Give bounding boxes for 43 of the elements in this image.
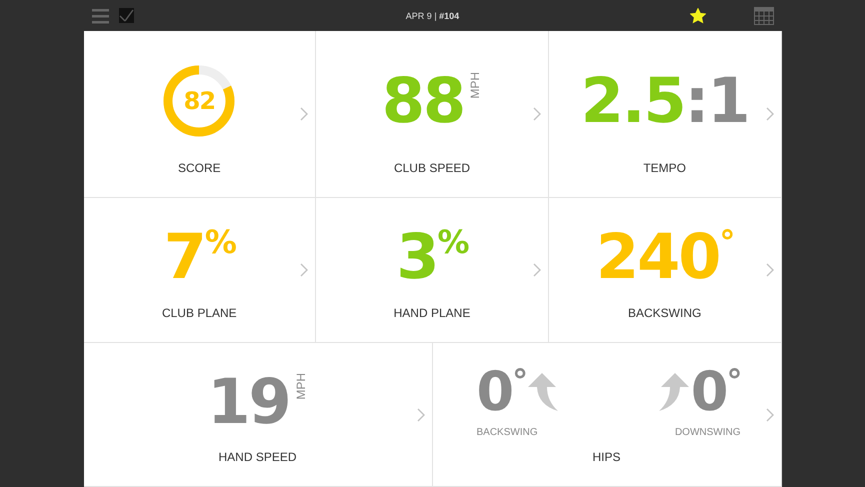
metric-value: 0°	[476, 365, 526, 419]
metric-value: 0°	[690, 365, 740, 419]
chevron-icon	[766, 263, 774, 277]
metric-label: BACKSWING	[628, 306, 702, 320]
metric-value: 240°	[596, 226, 734, 288]
session-title: APR 9 | #104	[406, 10, 460, 20]
chevron-icon	[300, 107, 308, 121]
metric-value: 2.5:1	[580, 70, 749, 132]
metric-value: 7%	[164, 226, 235, 288]
metric-tile[interactable]: 7% CLUB PLANE	[84, 198, 316, 343]
curved-arrow-icon	[658, 373, 689, 411]
chevron-icon	[532, 107, 541, 121]
metric-label: TEMPO	[643, 161, 686, 175]
metric-label: CLUB SPEED	[394, 161, 470, 175]
caption: DOWNSWING	[674, 427, 740, 438]
metric-tile[interactable]: 19 MPH HAND SPEED	[84, 343, 432, 487]
metric-value: 88	[382, 70, 464, 132]
metric-tile[interactable]: 2.5:1 TEMPO	[548, 31, 782, 198]
calendar-icon[interactable]	[754, 6, 774, 24]
metric-label: HAND PLANE	[394, 306, 470, 320]
unit-label: MPH	[468, 72, 482, 99]
chevron-icon	[532, 263, 541, 277]
chevron-icon	[416, 408, 424, 422]
chevron-icon	[766, 408, 774, 422]
caption: BACKSWING	[476, 427, 539, 438]
chevron-icon	[300, 263, 308, 277]
metric-tile[interactable]: 0° BACKSWING 0° DOWNSWING HIPS	[432, 343, 782, 487]
menu-icon[interactable]	[92, 8, 108, 24]
metric-tile[interactable]: 82 SCORE	[84, 31, 316, 198]
metric-value: 19	[207, 370, 290, 432]
square-check-icon[interactable]	[118, 8, 134, 23]
metric-label: HAND SPEED	[218, 450, 297, 464]
chevron-icon	[766, 107, 774, 121]
star-icon[interactable]	[690, 8, 706, 24]
curved-arrow-icon	[528, 373, 558, 411]
metric-label: CLUB PLANE	[162, 306, 237, 320]
unit-label: MPH	[294, 372, 308, 400]
metric-value: 3%	[396, 226, 468, 288]
metric-tile[interactable]: 3% HAND PLANE	[316, 198, 549, 343]
metric-tile[interactable]: 88 MPH CLUB SPEED	[316, 31, 549, 198]
metric-label: SCORE	[178, 161, 221, 175]
metric-tile[interactable]: 240° BACKSWING	[548, 198, 782, 343]
metric-label: HIPS	[592, 450, 620, 464]
